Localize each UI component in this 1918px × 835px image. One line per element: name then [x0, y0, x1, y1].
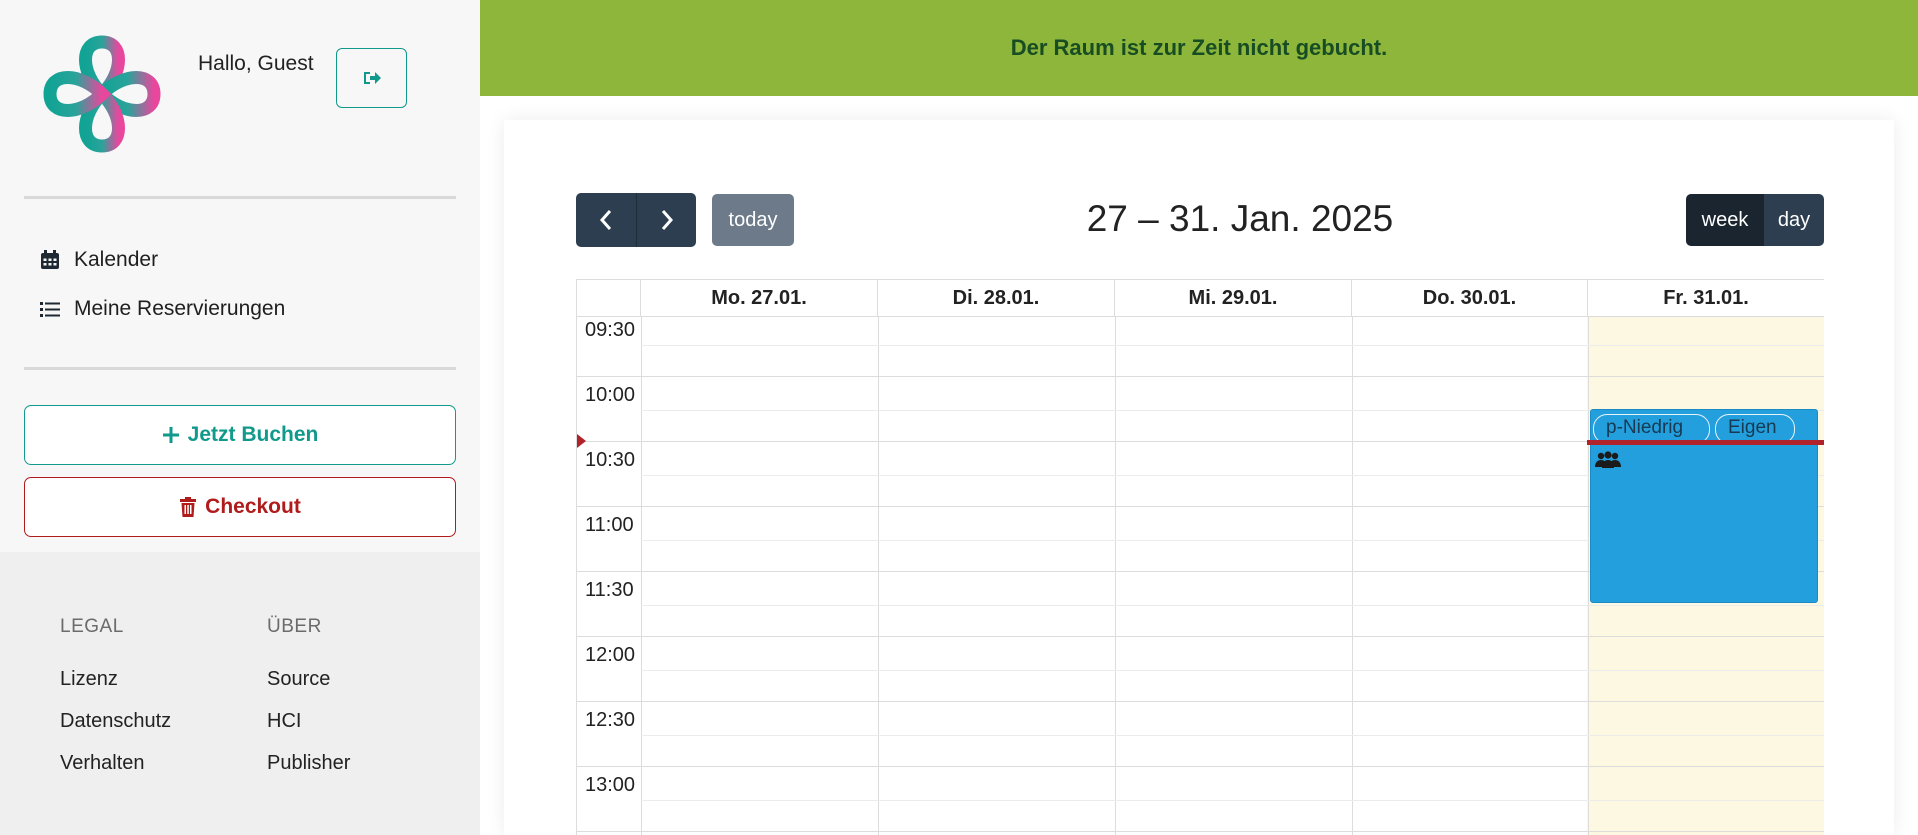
calendar-nav-group	[576, 193, 696, 247]
grid-divider	[641, 670, 1824, 671]
calendar-event[interactable]: p-Niedrig Eigen	[1590, 409, 1818, 603]
time-label: 10:00	[585, 384, 636, 406]
grid-divider	[641, 317, 642, 835]
chevron-right-icon	[661, 210, 673, 230]
time-label: 11:30	[585, 579, 634, 601]
calendar-icon	[41, 250, 59, 269]
day-header: Mi. 29.01.	[1115, 279, 1352, 317]
footer-about: ÜBER Source HCI Publisher	[267, 616, 350, 794]
sidebar-item-meine-reservierungen[interactable]: Meine Reservierungen	[40, 297, 285, 321]
calendar-title: 27 – 31. Jan. 2025	[1086, 198, 1394, 239]
grid-divider	[641, 800, 1824, 801]
footer-link-lizenz[interactable]: Lizenz	[60, 668, 171, 691]
list-icon	[40, 302, 60, 317]
footer-heading: LEGAL	[60, 616, 124, 637]
greeting: Hallo, Guest	[198, 52, 314, 75]
footer-heading: ÜBER	[267, 616, 322, 637]
book-now-label: Jetzt Buchen	[187, 423, 319, 446]
time-label: 10:30	[585, 449, 636, 471]
footer-link-datenschutz[interactable]: Datenschutz	[60, 710, 171, 733]
grid-divider	[1588, 317, 1589, 835]
day-header: Do. 30.01.	[1352, 279, 1588, 317]
view-week-button[interactable]: week	[1686, 194, 1764, 246]
footer-link-publisher[interactable]: Publisher	[267, 752, 350, 775]
today-button[interactable]: today	[712, 194, 794, 246]
time-label: 13:00	[585, 774, 636, 796]
sidebar: Hallo, Guest Kalender Meine Reservierung…	[0, 0, 480, 835]
grid-divider	[641, 605, 1824, 606]
now-indicator-line	[1587, 440, 1824, 445]
footer-link-hci[interactable]: HCI	[267, 710, 350, 733]
time-axis-header	[577, 279, 641, 317]
sidebar-divider	[24, 196, 456, 199]
grid-divider	[641, 345, 1824, 346]
footer-link-verhalten[interactable]: Verhalten	[60, 752, 171, 775]
now-indicator-arrow	[577, 434, 586, 448]
sidebar-item-kalender[interactable]: Kalender	[40, 248, 158, 272]
day-header: Di. 28.01.	[878, 279, 1115, 317]
footer-link-source[interactable]: Source	[267, 668, 350, 691]
users-icon	[1595, 451, 1621, 468]
sign-out-icon	[363, 72, 381, 84]
status-banner-text: Der Raum ist zur Zeit nicht gebucht.	[1010, 35, 1388, 60]
sidebar-item-label: Kalender	[74, 248, 159, 271]
chevron-left-icon	[599, 210, 612, 230]
grid-divider	[641, 735, 1824, 736]
time-label: 09:30	[585, 319, 636, 341]
checkout-button[interactable]: Checkout	[24, 477, 456, 537]
prev-button[interactable]	[576, 193, 636, 247]
sidebar-item-label: Meine Reservierungen	[74, 297, 286, 320]
grid-divider	[577, 766, 1824, 767]
footer-legal: LEGAL Lizenz Datenschutz Verhalten	[60, 616, 171, 794]
grid-divider	[878, 317, 879, 835]
time-label: 12:00	[585, 644, 636, 666]
view-day-button[interactable]: day	[1764, 194, 1824, 246]
calendar-grid: Mo. 27.01. Di. 28.01. Mi. 29.01. Do. 30.…	[576, 279, 1824, 835]
checkout-label: Checkout	[205, 495, 301, 518]
grid-divider	[577, 831, 1824, 832]
trash-icon	[180, 497, 197, 517]
grid-divider	[577, 701, 1824, 702]
status-banner: Der Raum ist zur Zeit nicht gebucht.	[480, 0, 1918, 96]
time-label: 12:30	[585, 709, 636, 731]
grid-divider	[577, 636, 1824, 637]
time-label: 11:00	[585, 514, 634, 536]
logo	[43, 35, 161, 153]
plus-icon	[162, 427, 179, 443]
day-header: Fr. 31.01.	[1588, 279, 1824, 317]
grid-divider	[1115, 317, 1116, 835]
book-now-button[interactable]: Jetzt Buchen	[24, 405, 456, 465]
day-header: Mo. 27.01.	[641, 279, 878, 317]
grid-divider	[577, 376, 1824, 377]
next-button[interactable]	[636, 193, 696, 247]
view-switcher: week day	[1686, 194, 1824, 246]
sidebar-divider	[24, 367, 456, 370]
sidebar-footer: LEGAL Lizenz Datenschutz Verhalten ÜBER …	[0, 552, 480, 835]
grid-divider	[1352, 317, 1353, 835]
logout-button[interactable]	[336, 48, 407, 108]
